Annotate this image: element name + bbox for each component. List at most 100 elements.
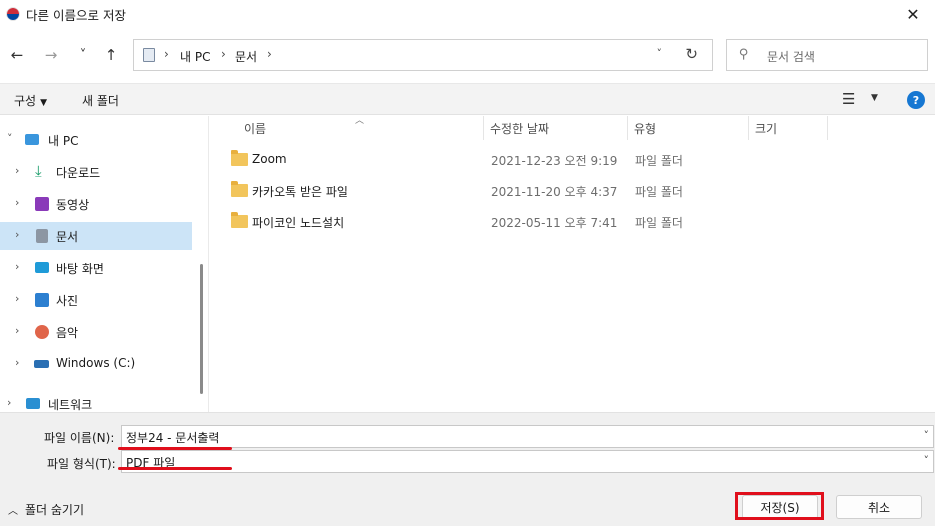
sidebar-item-downloads[interactable]: › ⤓ 다운로드 <box>0 158 192 186</box>
file-list: ︿ 이름 수정한 날짜 유형 크기 Zoom 2021-12-23 오전 9:1… <box>209 116 935 412</box>
column-header-date[interactable]: 수정한 날짜 <box>490 120 549 137</box>
download-icon: ⤓ <box>35 162 42 180</box>
close-icon: ✕ <box>906 4 920 24</box>
sidebar-item-pictures[interactable]: › 사진 <box>0 286 192 314</box>
column-divider[interactable] <box>627 116 628 140</box>
chevron-down-icon[interactable]: ˅ <box>924 454 930 467</box>
up-button[interactable]: ↑ <box>98 42 124 68</box>
back-arrow-icon: ← <box>10 46 24 64</box>
forward-arrow-icon: → <box>44 46 58 64</box>
folder-icon <box>231 150 248 166</box>
collapsed-chevron-icon[interactable]: › <box>15 292 19 305</box>
sort-ascending-icon: ︿ <box>355 116 365 126</box>
collapsed-chevron-icon[interactable]: › <box>15 260 19 273</box>
chevron-down-icon: ˅ <box>79 47 87 63</box>
forward-button[interactable]: → <box>38 42 64 68</box>
column-header-type[interactable]: 유형 <box>634 120 656 137</box>
file-row[interactable]: Zoom 2021-12-23 오전 9:19 파일 폴더 <box>209 144 935 175</box>
file-date: 2021-11-20 오후 4:37 <box>491 185 618 199</box>
back-button[interactable]: ← <box>4 42 30 68</box>
help-icon[interactable]: ? <box>907 91 925 109</box>
column-divider[interactable] <box>483 116 484 140</box>
sidebar-item-label: 내 PC <box>48 134 79 148</box>
up-arrow-icon: ↑ <box>104 46 118 64</box>
hide-folders-button[interactable]: ︿ 폴더 숨기기 <box>8 501 84 518</box>
sidebar-item-label: 음악 <box>56 326 79 340</box>
chevron-up-icon: ︿ <box>8 506 18 517</box>
command-bar: 구성 ▼ 새 폴더 ☰ ▼ ? <box>0 83 935 115</box>
sidebar-item-drive-c[interactable]: › Windows (C:) <box>0 350 192 378</box>
window-title: 다른 이름으로 저장 <box>26 8 126 23</box>
sidebar-item-videos[interactable]: › 동영상 <box>0 190 192 218</box>
column-header-size[interactable]: 크기 <box>755 120 777 137</box>
navigation-pane: ˅ 내 PC › ⤓ 다운로드 › 동영상 › 문서 › 바탕 화면 › 사진 … <box>0 116 208 412</box>
file-name: Zoom <box>252 152 287 166</box>
breadcrumb-chevron-icon: › <box>164 47 169 61</box>
refresh-icon[interactable]: ↻ <box>685 45 698 63</box>
collapsed-chevron-icon[interactable]: › <box>15 228 19 241</box>
file-row[interactable]: 파이코인 노드설치 2022-05-11 오후 7:41 파일 폴더 <box>209 206 935 237</box>
new-folder-button[interactable]: 새 폴더 <box>82 92 119 109</box>
file-type: 파일 폴더 <box>635 216 683 230</box>
column-header-name[interactable]: 이름 <box>244 120 266 137</box>
sidebar-item-label: 문서 <box>56 230 79 244</box>
sidebar-item-label: 동영상 <box>56 198 90 212</box>
document-icon <box>36 229 48 243</box>
column-divider[interactable] <box>748 116 749 140</box>
save-options-panel: 파일 이름(N): 정부24 - 문서출력 ˅ 파일 형식(T): PDF 파일… <box>0 412 935 526</box>
sidebar-item-label: 네트워크 <box>48 398 93 412</box>
filename-field[interactable]: 정부24 - 문서출력 ˅ <box>121 425 934 448</box>
caret-down-icon: ▼ <box>40 98 48 108</box>
search-icon: ⚲ <box>739 47 749 62</box>
drive-icon <box>34 360 49 368</box>
highlight-underline <box>118 467 232 470</box>
address-bar[interactable]: › 내 PC › 문서 › ˅ ↻ <box>133 39 713 71</box>
sidebar-item-music[interactable]: › 음악 <box>0 318 192 346</box>
filetype-select[interactable]: PDF 파일 ˅ <box>121 450 934 473</box>
sidebar-item-documents[interactable]: › 문서 <box>0 222 192 250</box>
sidebar-item-label: 바탕 화면 <box>56 262 104 276</box>
pc-icon <box>25 134 39 145</box>
file-name: 카카오톡 받은 파일 <box>252 185 348 199</box>
file-type: 파일 폴더 <box>635 154 683 168</box>
recent-locations-button[interactable]: ˅ <box>70 42 96 68</box>
sidebar-item-desktop[interactable]: › 바탕 화면 <box>0 254 192 282</box>
collapsed-chevron-icon[interactable]: › <box>15 356 19 369</box>
view-options-icon[interactable]: ☰ <box>842 90 855 108</box>
navigation-bar: ← → ˅ ↑ › 내 PC › 문서 › ˅ ↻ ⚲ 문서 검색 <box>0 34 935 76</box>
column-divider[interactable] <box>827 116 828 140</box>
breadcrumb-item-documents[interactable]: 문서 <box>235 48 257 65</box>
sidebar-scrollbar[interactable] <box>200 264 203 394</box>
collapsed-chevron-icon[interactable]: › <box>15 196 19 209</box>
folder-icon <box>231 181 248 197</box>
file-name: 파이코인 노드설치 <box>252 216 345 230</box>
address-dropdown-icon[interactable]: ˅ <box>657 47 663 60</box>
expanded-chevron-icon[interactable]: ˅ <box>7 132 13 145</box>
search-box[interactable]: ⚲ 문서 검색 <box>726 39 928 71</box>
file-date: 2021-12-23 오전 9:19 <box>491 154 618 168</box>
app-icon <box>6 7 20 21</box>
close-button[interactable]: ✕ <box>891 0 935 28</box>
chevron-down-icon[interactable]: ˅ <box>924 429 930 442</box>
music-icon <box>35 325 49 339</box>
breadcrumb-chevron-icon: › <box>221 47 226 61</box>
file-row[interactable]: 카카오톡 받은 파일 2021-11-20 오후 4:37 파일 폴더 <box>209 175 935 206</box>
sidebar-item-label: 다운로드 <box>56 166 101 180</box>
caret-down-icon[interactable]: ▼ <box>871 93 878 103</box>
filename-input[interactable]: 정부24 - 문서출력 <box>126 429 219 446</box>
sidebar-item-this-pc[interactable]: ˅ 내 PC <box>0 126 192 154</box>
video-icon <box>35 197 49 211</box>
organize-button[interactable]: 구성 ▼ <box>14 92 47 109</box>
breadcrumb-item-pc[interactable]: 내 PC <box>180 48 210 65</box>
sidebar-item-label: Windows (C:) <box>56 356 136 370</box>
collapsed-chevron-icon[interactable]: › <box>7 396 11 409</box>
cancel-button[interactable]: 취소 <box>836 495 922 519</box>
filetype-label: 파일 형식(T): <box>47 457 116 471</box>
collapsed-chevron-icon[interactable]: › <box>15 324 19 337</box>
collapsed-chevron-icon[interactable]: › <box>15 164 19 177</box>
breadcrumb-chevron-icon: › <box>267 47 272 61</box>
desktop-icon <box>35 262 49 273</box>
pictures-icon <box>35 293 49 307</box>
title-bar: 다른 이름으로 저장 ✕ <box>0 0 935 28</box>
search-input[interactable]: 문서 검색 <box>767 48 815 65</box>
